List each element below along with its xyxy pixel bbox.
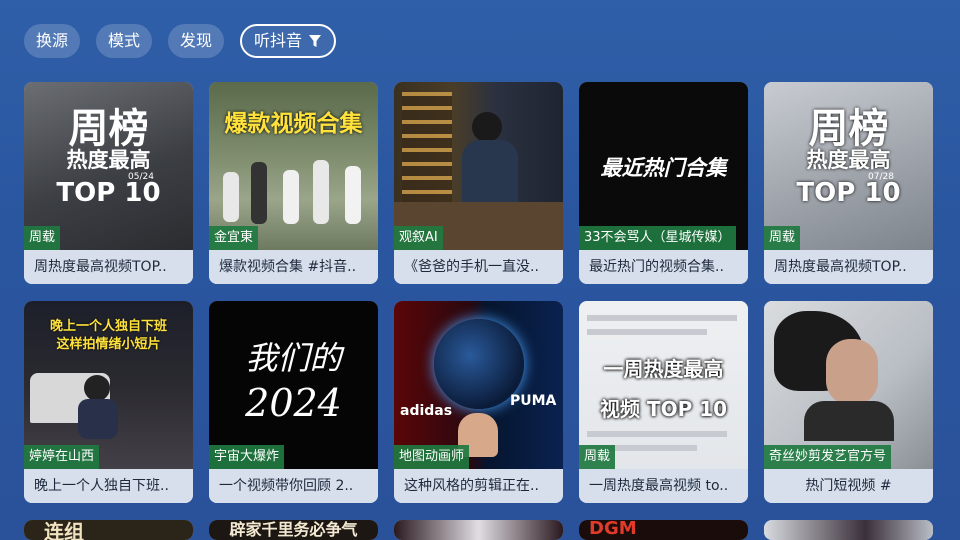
video-card[interactable]: 爆款视频合集 金宜東 爆款视频合集 #抖音.. xyxy=(209,82,378,284)
video-caption: 《爸爸的手机一直没.. xyxy=(394,250,563,284)
video-caption: 周热度最高视频TOP.. xyxy=(764,250,933,284)
mode-button[interactable]: 模式 xyxy=(96,24,153,58)
video-caption: 爆款视频合集 #抖音.. xyxy=(209,250,378,284)
person-body xyxy=(78,399,118,439)
video-caption: 这种风格的剪辑正在.. xyxy=(394,469,563,503)
video-thumbnail: 爆款视频合集 金宜東 xyxy=(209,82,378,250)
video-card[interactable]: 周榜 热度最高 05/24 TOP 10 周载 周热度最高视频TOP.. xyxy=(24,82,193,284)
mode-label: 模式 xyxy=(108,31,141,50)
thumb-headline: 爆款视频合集 xyxy=(224,111,363,137)
author-tag: 地图动画师 xyxy=(394,445,470,469)
thumb-title: 连组 xyxy=(44,520,84,540)
thumb-title: 一周热度最高 xyxy=(603,357,724,381)
video-card[interactable]: 一周热度最高 视频 TOP 10 周载 一周热度最高视频 to.. xyxy=(579,301,748,503)
video-card[interactable]: 我们的 2024 宇宙大爆炸 一个视频带你回顾 2.. xyxy=(209,301,378,503)
filter-icon xyxy=(309,35,322,47)
switch-source-button[interactable]: 换源 xyxy=(24,24,81,58)
video-thumbnail xyxy=(394,520,563,540)
author-tag: 金宜東 xyxy=(209,226,259,250)
video-thumbnail: 一周热度最高 视频 TOP 10 周载 xyxy=(579,301,748,469)
video-caption: 热门短视频 # xyxy=(764,469,933,503)
thumb-headline: 最近热门合集 xyxy=(600,156,727,180)
video-thumbnail: 辟家千里务必争气 xyxy=(209,520,378,540)
listen-douyin-label: 听抖音 xyxy=(254,31,303,50)
video-card[interactable]: 最近热门合集 33不会骂人（星城传媒） 最近热门的视频合集.. xyxy=(579,82,748,284)
video-thumbnail: 周榜 热度最高 07/28 TOP 10 周载 xyxy=(764,82,933,250)
video-card[interactable]: 观叙AI 《爸爸的手机一直没.. xyxy=(394,82,563,284)
video-caption: 一周热度最高视频 to.. xyxy=(579,469,748,503)
author-tag: 周载 xyxy=(24,226,61,250)
video-card[interactable]: DGM xyxy=(579,520,748,540)
author-tag: 33不会骂人（星城传媒） xyxy=(579,226,736,250)
top-bar: 换源 模式 发现 听抖音 xyxy=(24,24,337,58)
person-head xyxy=(472,112,502,142)
person-head xyxy=(84,375,110,401)
video-thumbnail: 周榜 热度最高 05/24 TOP 10 周载 xyxy=(24,82,193,250)
thumb-rank: TOP 10 xyxy=(56,178,161,208)
thumb-year: 2024 xyxy=(245,381,342,425)
person-face xyxy=(826,339,878,405)
author-tag: 观叙AI xyxy=(394,226,443,250)
thumb-subtitle: 视频 TOP 10 xyxy=(599,397,728,421)
thumb-rank: TOP 10 xyxy=(796,178,901,208)
video-thumbnail: 连组 xyxy=(24,520,193,540)
thumb-subtitle: 这样拍情绪小短片 xyxy=(56,337,161,352)
discover-label: 发现 xyxy=(180,31,213,50)
author-tag: 奇丝妙剪发艺官方号 xyxy=(764,445,892,469)
thumb-title: 我们的 xyxy=(245,339,342,377)
thumb-subtitle: 热度最高 xyxy=(806,148,891,172)
people-silhouettes xyxy=(221,152,371,232)
author-tag: 周载 xyxy=(579,445,616,469)
window-lights xyxy=(402,92,452,202)
video-caption: 一个视频带你回顾 2.. xyxy=(209,469,378,503)
author-tag: 周载 xyxy=(764,226,801,250)
video-caption: 周热度最高视频TOP.. xyxy=(24,250,193,284)
video-card[interactable]: 周榜 热度最高 07/28 TOP 10 周载 周热度最高视频TOP.. xyxy=(764,82,933,284)
video-thumbnail: 奇丝妙剪发艺官方号 xyxy=(764,301,933,469)
video-thumbnail: 最近热门合集 33不会骂人（星城传媒） xyxy=(579,82,748,250)
video-card[interactable]: adidas PUMA 地图动画师 这种风格的剪辑正在.. xyxy=(394,301,563,503)
video-thumbnail: 晚上一个人独自下班 这样拍情绪小短片 婷婷在山西 xyxy=(24,301,193,469)
author-tag: 婷婷在山西 xyxy=(24,445,100,469)
video-thumbnail: 观叙AI xyxy=(394,82,563,250)
video-thumbnail: adidas PUMA 地图动画师 xyxy=(394,301,563,469)
listen-douyin-filter-button[interactable]: 听抖音 xyxy=(240,24,337,58)
video-caption: 最近热门的视频合集.. xyxy=(579,250,748,284)
video-thumbnail xyxy=(764,520,933,540)
video-card[interactable] xyxy=(764,520,933,540)
video-thumbnail: 我们的 2024 宇宙大爆炸 xyxy=(209,301,378,469)
author-tag: 宇宙大爆炸 xyxy=(209,445,285,469)
video-card[interactable]: 奇丝妙剪发艺官方号 热门短视频 # xyxy=(764,301,933,503)
video-thumbnail: DGM xyxy=(579,520,748,540)
video-card[interactable] xyxy=(394,520,563,540)
video-card[interactable]: 连组 xyxy=(24,520,193,540)
thumb-title: DGM xyxy=(589,520,637,539)
person-body xyxy=(804,401,894,441)
switch-source-label: 换源 xyxy=(36,31,69,50)
video-caption: 晚上一个人独自下班.. xyxy=(24,469,193,503)
thumb-title: 辟家千里务必争气 xyxy=(229,520,358,539)
thumb-subtitle: 热度最高 xyxy=(66,148,151,172)
thumb-title: 晚上一个人独自下班 xyxy=(49,319,167,334)
video-card[interactable]: 晚上一个人独自下班 这样拍情绪小短片 婷婷在山西 晚上一个人独自下班.. xyxy=(24,301,193,503)
video-card[interactable]: 辟家千里务必争气 xyxy=(209,520,378,540)
adidas-logo-text: adidas xyxy=(400,403,453,419)
puma-logo-text: PUMA xyxy=(510,393,557,409)
discover-button[interactable]: 发现 xyxy=(168,24,225,58)
